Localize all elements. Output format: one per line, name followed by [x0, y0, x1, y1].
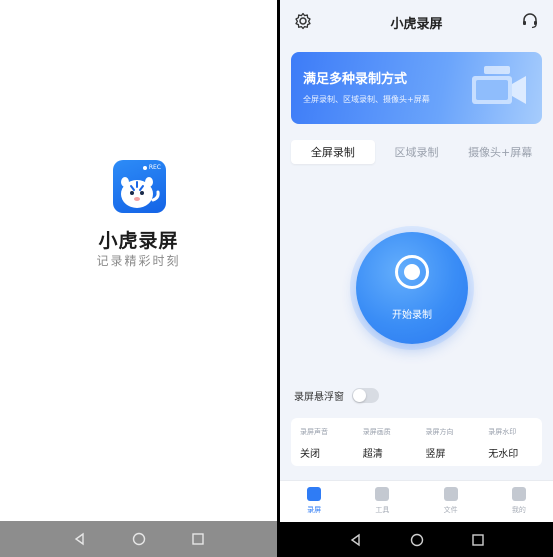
nav-tools[interactable]: 工具 [348, 481, 416, 522]
record-mode-tabs: 全屏录制 区域录制 摄像头+屏幕 [291, 140, 542, 164]
record-button-halo: 开始录制 [350, 226, 474, 350]
back-icon[interactable] [349, 533, 363, 547]
setting-label: 录屏方向 [425, 428, 454, 436]
floating-window-row: 录屏悬浮窗 [294, 386, 379, 404]
setting-value: 无水印 [488, 449, 519, 460]
floating-window-label: 录屏悬浮窗 [294, 391, 344, 403]
nav-files[interactable]: 文件 [417, 481, 485, 522]
tools-icon [375, 487, 390, 501]
floating-window-toggle[interactable] [352, 387, 379, 403]
app-name: 小虎录屏 [98, 230, 179, 252]
nav-record[interactable]: 录屏 [280, 481, 348, 522]
tiger-logo-icon: REC [113, 160, 166, 213]
recents-icon[interactable] [471, 533, 485, 547]
nav-label: 录屏 [307, 506, 322, 514]
setting-label: 录屏水印 [488, 428, 517, 436]
splash-screen: REC 小虎录屏 记录精彩时刻 [0, 0, 277, 557]
setting-label: 录屏画质 [362, 428, 391, 436]
start-record-label: 开始录制 [392, 310, 432, 321]
setting-quality[interactable]: 录屏画质 超清 [354, 418, 417, 466]
setting-watermark[interactable]: 录屏水印 无水印 [479, 418, 542, 466]
toggle-knob [353, 388, 366, 402]
banner-title: 满足多种录制方式 [303, 72, 408, 87]
recents-icon[interactable] [191, 532, 205, 546]
setting-value: 竖屏 [425, 449, 446, 460]
nav-label: 文件 [443, 506, 458, 514]
profile-icon [511, 487, 526, 501]
start-record-button[interactable]: 开始录制 [356, 232, 468, 344]
tab-region[interactable]: 区域录制 [375, 140, 459, 164]
promo-banner[interactable]: 满足多种录制方式 全屏录制、区域录制、摄像头+屏幕 [291, 52, 542, 124]
setting-orientation[interactable]: 录屏方向 竖屏 [417, 418, 480, 466]
top-bar: 小虎录屏 [280, 0, 553, 44]
settings-icon[interactable] [294, 12, 312, 30]
headset-icon[interactable] [521, 11, 539, 29]
banner-subtitle: 全屏录制、区域录制、摄像头+屏幕 [303, 95, 430, 104]
setting-audio[interactable]: 录屏声音 关闭 [291, 418, 354, 466]
folder-icon [443, 487, 458, 501]
main-screen: 小虎录屏 满足多种录制方式 全屏录制、区域录制、摄像头+屏幕 全屏录制 区域录制… [280, 0, 553, 557]
nav-profile[interactable]: 我的 [485, 481, 553, 522]
home-icon[interactable] [410, 533, 424, 547]
app-slogan: 记录精彩时刻 [96, 254, 181, 268]
page-title: 小虎录屏 [390, 16, 443, 32]
record-icon [307, 487, 322, 501]
system-nav-bar [0, 521, 277, 557]
bottom-nav: 录屏 工具 文件 我的 [280, 480, 553, 522]
back-icon[interactable] [73, 532, 87, 546]
tab-camera-screen[interactable]: 摄像头+屏幕 [458, 140, 542, 164]
home-icon[interactable] [132, 532, 146, 546]
tab-fullscreen[interactable]: 全屏录制 [291, 140, 375, 164]
video-camera-illustration-icon [472, 66, 526, 104]
system-nav-bar [280, 522, 553, 557]
nav-label: 我的 [511, 506, 526, 514]
setting-value: 超清 [362, 449, 383, 460]
setting-value: 关闭 [300, 449, 320, 460]
nav-label: 工具 [375, 506, 390, 514]
record-settings-card: 录屏声音 关闭 录屏画质 超清 录屏方向 竖屏 录屏水印 无水印 [291, 418, 542, 466]
record-icon [395, 255, 429, 289]
setting-label: 录屏声音 [300, 428, 328, 436]
